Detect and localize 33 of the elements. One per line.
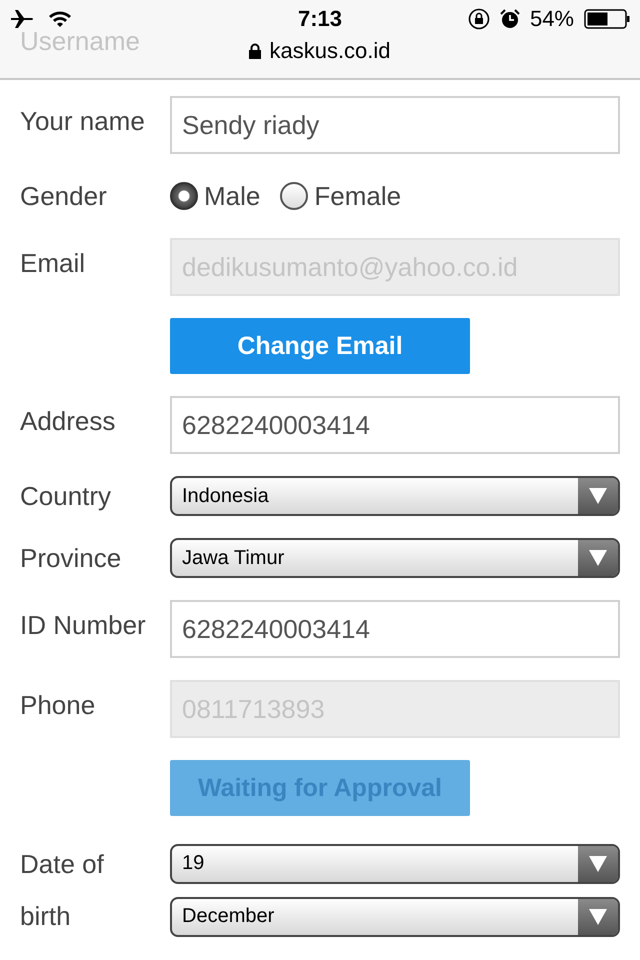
lock-icon	[249, 43, 262, 59]
battery-icon	[584, 9, 630, 29]
radio-label[interactable]: Female	[314, 180, 402, 212]
field-label: ID Number	[19, 609, 147, 641]
radio-button[interactable]	[280, 182, 308, 210]
dropdown-select[interactable]: 19	[170, 844, 620, 884]
field-label: Date of birth	[19, 848, 105, 933]
dropdown-arrow-icon	[589, 550, 607, 566]
field-label: Gender	[19, 180, 108, 212]
text-field[interactable]: 6282240003414	[170, 396, 620, 454]
field-label: Province	[19, 542, 122, 574]
alarm-clock-icon	[500, 9, 520, 29]
field-label: Email	[19, 247, 86, 279]
field-label: Address	[19, 405, 116, 437]
page-url[interactable]: kaskus.co.id	[269, 38, 391, 64]
dropdown-arrow-icon	[589, 488, 607, 504]
dropdown-select[interactable]: Jawa Timur	[170, 538, 620, 578]
clock-time: 7:13	[298, 6, 342, 32]
rotation-lock-icon	[468, 8, 490, 30]
airplane-icon	[10, 9, 34, 29]
wifi-icon	[48, 10, 72, 28]
dropdown-select[interactable]: Indonesia	[170, 476, 620, 516]
field-label: Your name	[19, 105, 146, 137]
battery-percentage: 54%	[530, 6, 574, 32]
radio-button[interactable]	[170, 182, 198, 210]
dropdown-select[interactable]: December	[170, 896, 620, 936]
dropdown-arrow-icon	[589, 856, 607, 872]
text-field[interactable]: 6282240003414	[170, 600, 620, 658]
dropdown-arrow-icon	[589, 908, 607, 924]
field-label: Country	[19, 480, 112, 512]
radio-label[interactable]: Male	[204, 180, 260, 212]
text-field[interactable]: Sendy riady	[170, 96, 620, 154]
field-label: Phone	[19, 689, 96, 721]
